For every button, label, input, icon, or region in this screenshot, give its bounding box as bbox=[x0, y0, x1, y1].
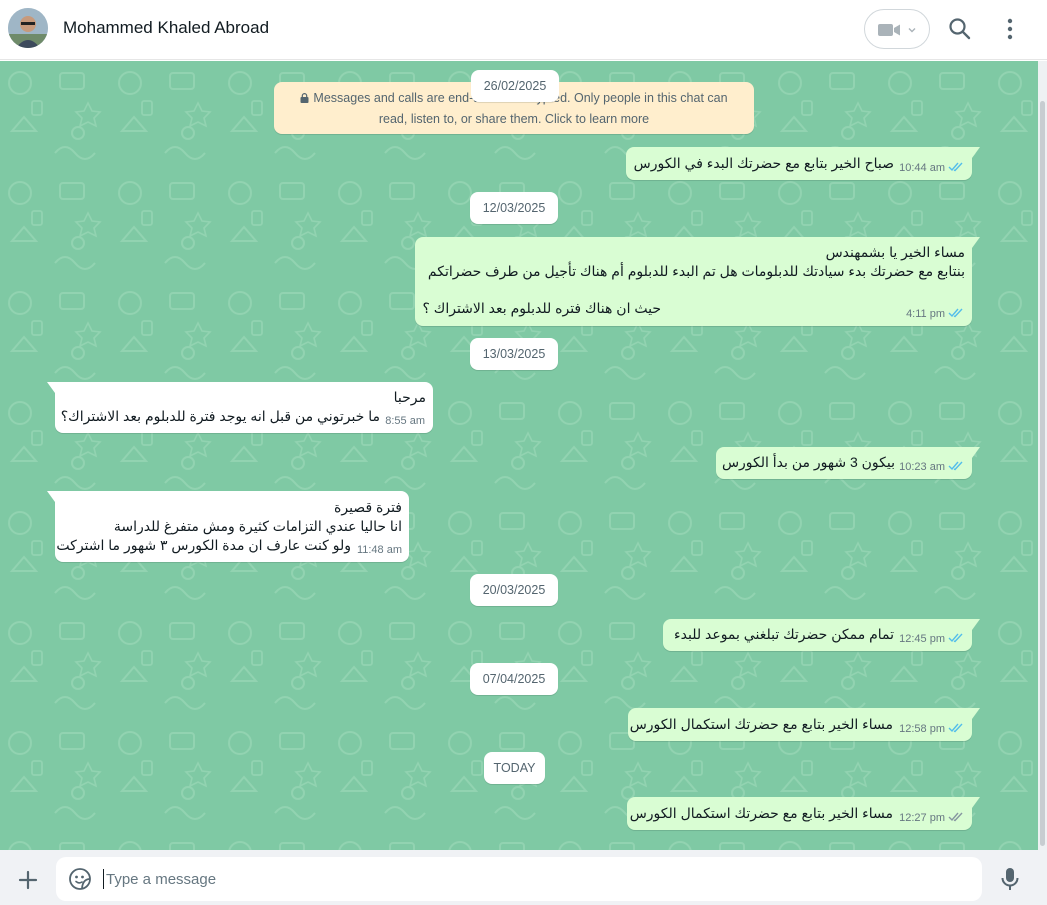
message-text: مرحبا bbox=[393, 389, 426, 405]
message-input-box[interactable] bbox=[56, 857, 982, 901]
outgoing-message[interactable]: مساء الخير يا بشمهندس بنتابع مع حضرتك بد… bbox=[415, 237, 980, 326]
date-chip: 13/03/2025 bbox=[470, 338, 558, 370]
composer-bar bbox=[0, 850, 1047, 905]
incoming-message[interactable]: مرحبا ما خبرتوني من قبل انه يوجد فترة لل… bbox=[47, 382, 433, 433]
message-time: 10:23 am bbox=[899, 461, 945, 473]
double-tick-icon bbox=[948, 162, 963, 172]
message-time: 10:44 am bbox=[899, 162, 945, 174]
message-time: 8:55 am bbox=[385, 415, 425, 427]
date-chip: 20/03/2025 bbox=[470, 574, 558, 606]
message-input[interactable] bbox=[106, 864, 966, 894]
incoming-message[interactable]: فترة قصيرة انا حاليا عندي التزامات كثيرة… bbox=[47, 491, 409, 562]
message-text: مساء الخير بتابع مع حضرتك استكمال الكورس bbox=[629, 716, 893, 732]
bubble-tail bbox=[972, 447, 980, 458]
message-time: 12:27 pm bbox=[899, 812, 945, 824]
message-text: حيث ان هناك فتره للدبلوم بعد الاشتراك ؟ bbox=[422, 300, 661, 316]
message-time: 12:45 pm bbox=[899, 633, 945, 645]
mic-icon[interactable] bbox=[999, 866, 1021, 892]
message-time: 11:48 am bbox=[356, 544, 402, 556]
message-text: بنتابع مع حضرتك بدء سيادتك للدبلومات هل … bbox=[427, 263, 965, 279]
bubble-tail bbox=[972, 797, 980, 808]
message-text: تمام ممكن حضرتك تبلغني بموعد للبدء bbox=[674, 626, 894, 642]
double-tick-icon bbox=[948, 308, 963, 318]
avatar[interactable] bbox=[8, 8, 48, 48]
message-text: مساء الخير يا بشمهندس bbox=[825, 244, 965, 260]
scrollbar-thumb[interactable] bbox=[1040, 101, 1045, 846]
message-meta: 10:44 am bbox=[899, 161, 964, 174]
chat-header: Mohammed Khaled Abroad bbox=[0, 0, 1047, 60]
message-meta: 11:48 am bbox=[357, 544, 402, 556]
search-icon[interactable] bbox=[947, 16, 973, 42]
date-chip: 26/02/2025 bbox=[471, 70, 559, 102]
bubble-tail bbox=[47, 382, 55, 393]
bubble-tail bbox=[972, 237, 980, 248]
message-meta: 12:58 pm bbox=[899, 722, 964, 735]
video-call-button[interactable] bbox=[864, 9, 930, 49]
message-time: 4:11 pm bbox=[906, 308, 945, 320]
bubble-tail bbox=[972, 708, 980, 719]
bubble-tail bbox=[972, 147, 980, 158]
text-caret bbox=[103, 869, 104, 889]
date-chip: 07/04/2025 bbox=[470, 663, 558, 695]
message-meta: 12:27 pm bbox=[899, 811, 964, 824]
chevron-down-icon bbox=[908, 28, 916, 33]
message-meta: 12:45 pm bbox=[899, 632, 964, 645]
sticker-icon[interactable] bbox=[68, 867, 92, 891]
bubble-tail bbox=[47, 491, 55, 502]
lock-icon bbox=[300, 93, 309, 103]
message-text: مساء الخير بتابع مع حضرتك استكمال الكورس bbox=[629, 805, 893, 821]
message-text: صباح الخير بتابع مع حضرتك البدء في الكور… bbox=[633, 155, 894, 171]
chat-scrollbar[interactable] bbox=[1038, 61, 1047, 850]
outgoing-message[interactable]: مساء الخير بتابع مع حضرتك استكمال الكورس… bbox=[628, 708, 980, 741]
message-text: ما خبرتوني من قبل انه يوجد فترة للدبلوم … bbox=[60, 408, 380, 424]
message-time: 12:58 pm bbox=[899, 723, 945, 735]
menu-icon[interactable] bbox=[1000, 16, 1020, 42]
outgoing-message[interactable]: بيكون 3 شهور من بدأ الكورس 10:23 am bbox=[716, 447, 980, 479]
message-text: بيكون 3 شهور من بدأ الكورس bbox=[721, 454, 895, 470]
video-call-icon bbox=[878, 24, 900, 36]
message-meta: 8:55 am bbox=[385, 415, 425, 427]
double-tick-icon bbox=[948, 461, 963, 471]
double-tick-icon bbox=[948, 633, 963, 643]
date-chip: TODAY bbox=[484, 752, 545, 784]
plus-icon[interactable] bbox=[16, 868, 40, 892]
message-text: ولو كنت عارف ان مدة الكورس ٣ شهور ما اشت… bbox=[56, 537, 351, 553]
message-text: فترة قصيرة bbox=[334, 499, 402, 515]
contact-name[interactable]: Mohammed Khaled Abroad bbox=[63, 18, 269, 38]
outgoing-message[interactable]: صباح الخير بتابع مع حضرتك البدء في الكور… bbox=[626, 147, 980, 180]
outgoing-message[interactable]: مساء الخير بتابع مع حضرتك استكمال الكورس… bbox=[627, 797, 980, 830]
outgoing-message[interactable]: تمام ممكن حضرتك تبلغني بموعد للبدء 12:45… bbox=[663, 619, 980, 651]
double-tick-icon bbox=[948, 812, 963, 822]
double-tick-icon bbox=[948, 723, 963, 733]
message-meta: 4:11 pm bbox=[906, 307, 964, 320]
message-meta: 10:23 am bbox=[899, 460, 964, 473]
message-text: انا حاليا عندي التزامات كثيرة ومش متفرغ … bbox=[113, 518, 402, 534]
bubble-tail bbox=[972, 619, 980, 630]
date-chip: 12/03/2025 bbox=[470, 192, 558, 224]
